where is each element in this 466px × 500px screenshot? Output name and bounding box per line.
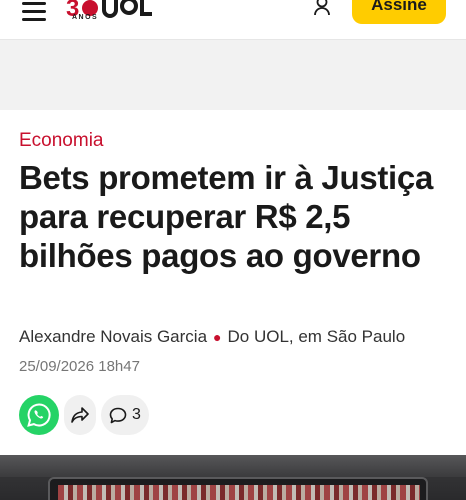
comment-count: 3 xyxy=(132,406,141,423)
byline: Alexandre Novais Garcia ● Do UOL, em São P… xyxy=(19,327,405,347)
comments-button[interactable]: 3 xyxy=(101,395,149,435)
separator-dot-icon: ● xyxy=(213,329,222,345)
section-link[interactable]: Economia xyxy=(19,130,104,152)
subscribe-button[interactable]: Assine xyxy=(352,0,446,24)
user-icon[interactable] xyxy=(312,0,332,16)
ad-placeholder xyxy=(0,40,466,110)
article-hero-image[interactable] xyxy=(0,455,466,500)
whatsapp-share-button[interactable] xyxy=(19,395,59,435)
whatsapp-icon xyxy=(27,403,51,427)
share-button[interactable] xyxy=(64,395,96,435)
author-name[interactable]: Alexandre Novais Garcia xyxy=(19,327,207,346)
logo-anos-text: ANOS xyxy=(72,14,99,21)
share-arrow-icon xyxy=(71,407,89,423)
article-headline: Bets prometem ir à Justiça para recupera… xyxy=(19,159,434,274)
hamburger-menu-icon[interactable] xyxy=(22,0,46,21)
publish-date: 25/09/2026 18h47 xyxy=(19,358,140,375)
top-bar: 3 ANOS Assine xyxy=(0,0,466,40)
comment-bubble-icon xyxy=(109,407,127,423)
article-source: Do UOL, em São Paulo xyxy=(227,327,406,346)
